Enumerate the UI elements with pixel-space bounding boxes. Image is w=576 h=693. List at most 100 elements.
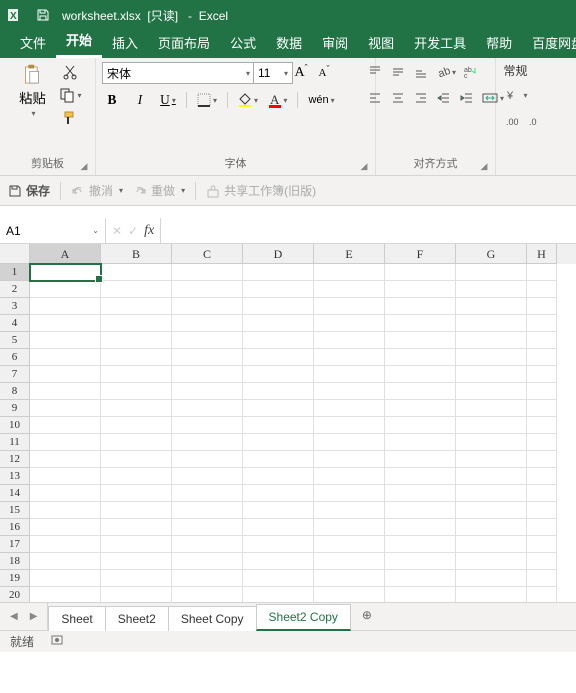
cell[interactable] xyxy=(243,417,314,434)
cell[interactable] xyxy=(385,281,456,298)
add-sheet-button[interactable]: ⊕ xyxy=(350,603,384,630)
cell[interactable] xyxy=(527,553,557,570)
cell[interactable] xyxy=(385,366,456,383)
prev-sheet-icon[interactable]: ◀ xyxy=(10,611,18,622)
cell[interactable] xyxy=(385,383,456,400)
cell[interactable] xyxy=(30,502,101,519)
cell[interactable] xyxy=(243,434,314,451)
next-sheet-icon[interactable]: ▶ xyxy=(30,611,38,622)
phonetic-guide-button[interactable]: wén▾ xyxy=(306,90,336,110)
row-header[interactable]: 8 xyxy=(0,383,30,400)
cell[interactable] xyxy=(30,298,101,315)
borders-button[interactable]: ▾ xyxy=(195,90,219,110)
column-header[interactable]: H xyxy=(527,244,557,264)
cut-button[interactable] xyxy=(57,62,83,82)
spreadsheet-grid[interactable]: ABCDEFGH 1234567891011121314151617181920 xyxy=(0,244,576,602)
decrease-indent-button[interactable] xyxy=(434,88,454,108)
row-header[interactable]: 18 xyxy=(0,553,30,570)
wrap-text-button[interactable]: abc xyxy=(461,62,481,82)
cell[interactable] xyxy=(385,468,456,485)
cell[interactable] xyxy=(527,264,557,281)
undo-button[interactable]: 撤消▾ xyxy=(71,182,123,199)
sheet-nav[interactable]: ◀ ▶ xyxy=(0,603,48,630)
cell[interactable] xyxy=(172,366,243,383)
increase-decimal-button[interactable]: .00 xyxy=(504,111,524,131)
cell[interactable] xyxy=(243,553,314,570)
cell[interactable] xyxy=(172,417,243,434)
italic-button[interactable]: I xyxy=(130,90,150,110)
align-left-button[interactable] xyxy=(365,88,385,108)
increase-indent-button[interactable] xyxy=(457,88,477,108)
font-name-select[interactable] xyxy=(102,62,257,84)
cell[interactable] xyxy=(30,400,101,417)
cell[interactable] xyxy=(243,570,314,587)
cell[interactable] xyxy=(527,315,557,332)
align-middle-button[interactable] xyxy=(388,62,408,82)
cell[interactable] xyxy=(527,417,557,434)
cell[interactable] xyxy=(456,298,527,315)
name-box-input[interactable] xyxy=(6,224,66,238)
cell[interactable] xyxy=(101,570,172,587)
tab-home[interactable]: 开始 xyxy=(56,24,102,58)
cell[interactable] xyxy=(385,264,456,281)
cell[interactable] xyxy=(172,468,243,485)
dropdown-caret-icon[interactable]: ⌄ xyxy=(92,226,99,235)
cell[interactable] xyxy=(527,570,557,587)
cell[interactable] xyxy=(527,332,557,349)
cell[interactable] xyxy=(30,553,101,570)
cell[interactable] xyxy=(172,315,243,332)
cell[interactable] xyxy=(30,519,101,536)
cell[interactable] xyxy=(101,417,172,434)
cell[interactable] xyxy=(314,451,385,468)
cell[interactable] xyxy=(243,468,314,485)
cell[interactable] xyxy=(172,536,243,553)
cell[interactable] xyxy=(385,485,456,502)
cell[interactable] xyxy=(527,451,557,468)
shrink-font-button[interactable]: Aˇ xyxy=(314,63,334,83)
cell[interactable] xyxy=(101,502,172,519)
align-top-button[interactable] xyxy=(365,62,385,82)
fx-icon[interactable]: fx xyxy=(144,223,154,239)
cell[interactable] xyxy=(314,400,385,417)
tab-data[interactable]: 数据 xyxy=(266,27,312,58)
cell[interactable] xyxy=(456,400,527,417)
font-color-button[interactable]: A ▾ xyxy=(268,90,289,110)
cell[interactable] xyxy=(456,383,527,400)
cell[interactable] xyxy=(456,315,527,332)
cell[interactable] xyxy=(30,281,101,298)
row-header[interactable]: 16 xyxy=(0,519,30,536)
cell[interactable] xyxy=(456,485,527,502)
cell[interactable] xyxy=(385,451,456,468)
cell[interactable] xyxy=(30,417,101,434)
tab-help[interactable]: 帮助 xyxy=(476,27,522,58)
cell[interactable] xyxy=(243,451,314,468)
share-workbook-button[interactable]: 共享工作簿(旧版) xyxy=(206,182,316,199)
cell[interactable] xyxy=(527,281,557,298)
cell[interactable] xyxy=(101,400,172,417)
row-header[interactable]: 10 xyxy=(0,417,30,434)
cell[interactable] xyxy=(101,519,172,536)
save-button[interactable]: 保存 xyxy=(8,182,50,199)
row-header[interactable]: 11 xyxy=(0,434,30,451)
cell[interactable] xyxy=(172,332,243,349)
cell[interactable] xyxy=(456,468,527,485)
cell[interactable] xyxy=(101,298,172,315)
cell[interactable] xyxy=(30,315,101,332)
cell[interactable] xyxy=(30,264,101,281)
column-header[interactable]: A xyxy=(30,244,101,264)
name-box[interactable]: ⌄ xyxy=(0,218,106,243)
cell[interactable] xyxy=(243,485,314,502)
cell[interactable] xyxy=(527,383,557,400)
row-header[interactable]: 4 xyxy=(0,315,30,332)
cell[interactable] xyxy=(172,587,243,602)
dialog-launcher-icon[interactable]: ◢ xyxy=(359,161,369,171)
cell[interactable] xyxy=(243,383,314,400)
paste-button[interactable]: 粘贴 ▾ xyxy=(11,62,53,120)
cell[interactable] xyxy=(314,553,385,570)
cell[interactable] xyxy=(101,434,172,451)
cell[interactable] xyxy=(314,366,385,383)
row-header[interactable]: 6 xyxy=(0,349,30,366)
cell[interactable] xyxy=(385,417,456,434)
cell[interactable] xyxy=(314,434,385,451)
cell[interactable] xyxy=(314,536,385,553)
